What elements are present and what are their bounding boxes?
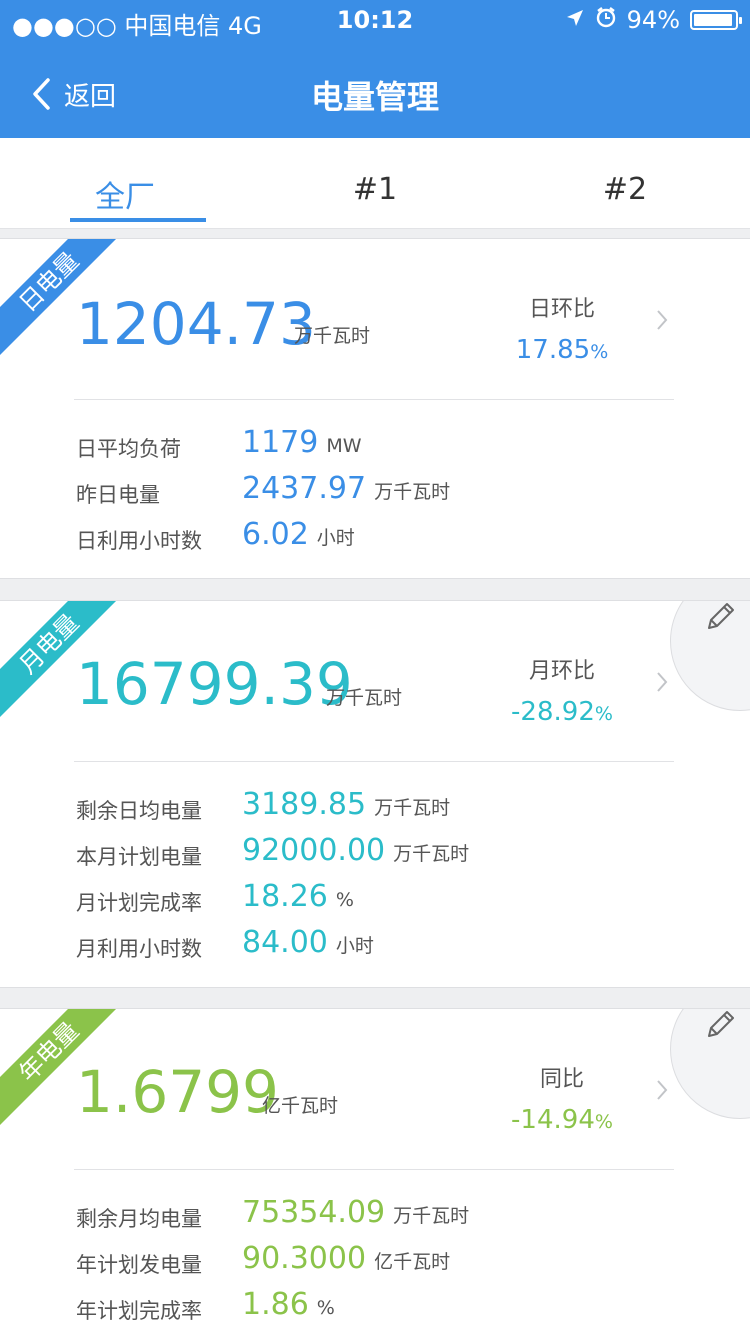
- battery-percent: 94%: [626, 6, 680, 34]
- day-energy-value: 1204.73: [76, 290, 316, 358]
- day-energy-unit: 万千瓦时: [294, 325, 371, 347]
- chevron-right-icon[interactable]: [655, 309, 669, 331]
- year-ratio-label: 同比: [539, 1067, 584, 1092]
- row-label: 日平均负荷: [76, 437, 181, 461]
- day-energy-card: 日电量 1204.73 万千瓦时 日环比 17.85% 日平均负荷 1179 MW…: [0, 238, 750, 579]
- row-label: 剩余月均电量: [76, 1207, 202, 1231]
- row-value: 90.3000 亿千瓦时: [242, 1241, 451, 1276]
- pencil-icon: [708, 1011, 734, 1037]
- row-label: 年计划完成率: [76, 1299, 202, 1323]
- top-bar: ●●●○○ 中国电信 4G 10:12 94% 返回 电量管理: [0, 0, 750, 138]
- row-value: 18.26%: [242, 879, 354, 914]
- row-label: 剩余日均电量: [76, 799, 202, 823]
- tab-unit-2[interactable]: #2: [500, 138, 750, 228]
- month-energy-card: 月电量 16799.39 万千瓦时 月环比 -28.92% 剩余日均电量 318…: [0, 600, 750, 988]
- alarm-icon: [595, 6, 617, 34]
- tab-bar: 全厂 #1 #2: [0, 138, 750, 228]
- location-icon: [565, 6, 585, 34]
- page-title: 电量管理: [310, 78, 439, 116]
- year-energy-unit: 亿千瓦时: [262, 1095, 339, 1117]
- year-ratio-value: -14.94%: [511, 1105, 613, 1135]
- year-energy-card: 年电量 1.6799 亿千瓦时 同比 -14.94% 剩余月均电量 75354.…: [0, 1008, 750, 1334]
- row-value: 3189.85 万千瓦时: [242, 787, 451, 822]
- chevron-right-icon[interactable]: [655, 1079, 669, 1101]
- year-energy-value: 1.6799: [76, 1058, 279, 1126]
- divider: [74, 761, 674, 762]
- row-value: 1179 MW: [242, 425, 362, 460]
- row-label: 昨日电量: [76, 483, 160, 507]
- row-value: 75354.09 万千瓦时: [242, 1195, 470, 1230]
- status-bar: ●●●○○ 中国电信 4G 10:12 94%: [0, 0, 750, 40]
- month-energy-value: 16799.39: [76, 650, 353, 718]
- battery-icon: [690, 10, 742, 30]
- month-ratio-label: 月环比: [528, 659, 595, 684]
- month-ratio[interactable]: 月环比 -28.92%: [482, 653, 642, 727]
- row-value: 1.86%: [242, 1287, 335, 1322]
- day-ratio[interactable]: 日环比 17.85%: [482, 291, 642, 365]
- tab-unit-1[interactable]: #1: [250, 138, 500, 228]
- tab-whole-plant[interactable]: 全厂: [0, 138, 250, 228]
- divider: [74, 399, 674, 400]
- row-value: 6.02 小时: [242, 517, 355, 552]
- status-right: 94%: [565, 6, 742, 34]
- row-value: 84.00 小时: [242, 925, 374, 960]
- row-label: 月利用小时数: [76, 937, 202, 961]
- chevron-right-icon[interactable]: [655, 671, 669, 693]
- edit-button[interactable]: [670, 601, 750, 711]
- row-label: 月计划完成率: [76, 891, 202, 915]
- day-ratio-value: 17.85%: [515, 335, 609, 365]
- row-value: 92000.00 万千瓦时: [242, 833, 470, 868]
- year-ratio[interactable]: 同比 -14.94%: [482, 1061, 642, 1135]
- edit-button[interactable]: [670, 1009, 750, 1119]
- row-label: 日利用小时数: [76, 529, 202, 553]
- divider: [74, 1169, 674, 1170]
- row-label: 年计划发电量: [76, 1253, 202, 1277]
- pencil-icon: [708, 603, 734, 629]
- month-energy-unit: 万千瓦时: [326, 687, 403, 709]
- row-label: 本月计划电量: [76, 845, 202, 869]
- month-ratio-value: -28.92%: [511, 697, 613, 727]
- row-value: 2437.97 万千瓦时: [242, 471, 451, 506]
- day-ratio-label: 日环比: [528, 297, 595, 322]
